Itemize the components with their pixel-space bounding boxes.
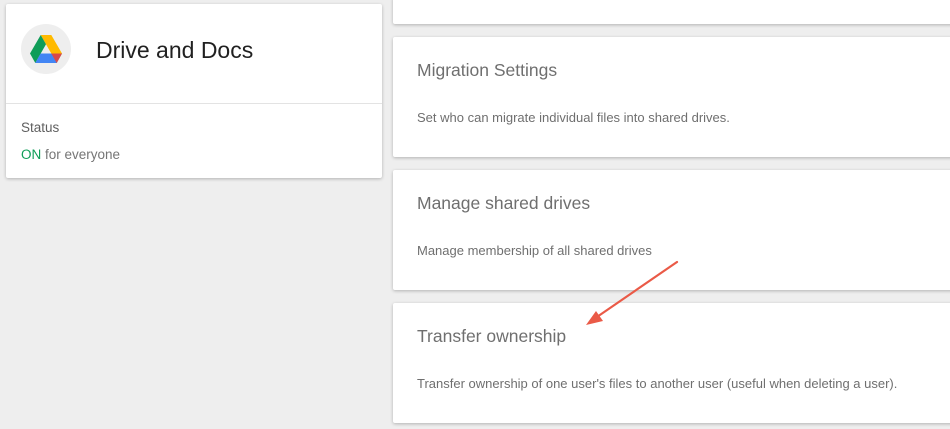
migration-settings-description: Set who can migrate individual files int… — [417, 110, 730, 125]
transfer-ownership-description: Transfer ownership of one user's files t… — [417, 376, 898, 391]
transfer-ownership-card[interactable]: Transfer ownership Transfer ownership of… — [393, 303, 950, 423]
transfer-ownership-title: Transfer ownership — [417, 326, 567, 346]
manage-shared-drives-card[interactable]: Manage shared drives Manage membership o… — [393, 170, 950, 290]
status-label: Status — [21, 120, 60, 135]
manage-shared-drives-title: Manage shared drives — [417, 193, 591, 213]
app-summary-card: Drive and Docs Status ON for everyone — [6, 4, 382, 178]
google-drive-icon — [21, 24, 71, 74]
app-title: Drive and Docs — [96, 37, 254, 63]
migration-settings-card[interactable]: Migration Settings Set who can migrate i… — [393, 37, 950, 157]
status-line: ON for everyone — [21, 147, 120, 162]
status-value: ON — [21, 147, 42, 162]
status-suffix: for everyone — [41, 147, 121, 162]
app-header: Drive and Docs — [6, 4, 382, 104]
migration-settings-title: Migration Settings — [417, 60, 558, 80]
manage-shared-drives-description: Manage membership of all shared drives — [417, 243, 652, 258]
settings-card-partial[interactable] — [393, 0, 950, 24]
